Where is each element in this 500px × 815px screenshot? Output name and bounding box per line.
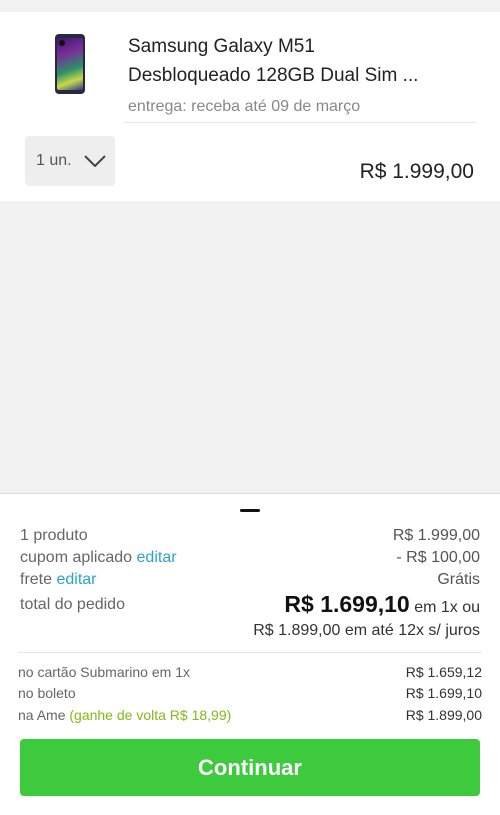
payment-card-row: no cartão Submarino em 1x R$ 1.659,12 bbox=[18, 664, 482, 680]
chevron-down-icon bbox=[83, 155, 106, 167]
product-title-line2: Desbloqueado 128GB Dual Sim ... bbox=[128, 65, 419, 86]
order-summary-sheet: 1 produto R$ 1.999,00 cupom aplicado edi… bbox=[0, 493, 500, 815]
item-price: R$ 1.999,00 bbox=[359, 160, 474, 183]
products-row: 1 produto R$ 1.999,00 bbox=[20, 527, 480, 545]
installments-text: R$ 1.899,00 em até 12x s/ juros bbox=[253, 622, 480, 639]
coupon-label: cupom aplicado bbox=[20, 549, 133, 566]
shipping-row: frete editar Grátis bbox=[20, 571, 480, 589]
continue-button[interactable]: Continuar bbox=[20, 739, 480, 796]
quantity-select[interactable]: 1 un. bbox=[25, 136, 115, 186]
product-image[interactable] bbox=[55, 34, 85, 94]
payment-boleto-label: no boleto bbox=[18, 685, 76, 701]
product-title-line1: Samsung Galaxy M51 bbox=[128, 36, 315, 57]
delivery-estimate: entrega: receba até 09 de março bbox=[128, 98, 361, 115]
divider bbox=[124, 122, 476, 123]
payment-card-label: no cartão Submarino em 1x bbox=[18, 664, 190, 680]
total-label: total do pedido bbox=[20, 596, 125, 613]
total-suffix: em 1x ou bbox=[414, 599, 480, 616]
cart-item-card: Samsung Galaxy M51 Desbloqueado 128GB Du… bbox=[0, 12, 500, 201]
camera-icon bbox=[59, 40, 65, 46]
payment-boleto-value: R$ 1.699,10 bbox=[405, 685, 482, 701]
payment-card-value: R$ 1.659,12 bbox=[405, 664, 482, 680]
product-title[interactable]: Samsung Galaxy M51 Desbloqueado 128GB Du… bbox=[128, 32, 478, 90]
total-amount: R$ 1.699,10 bbox=[284, 591, 410, 617]
divider bbox=[18, 652, 482, 653]
payment-ame-value: R$ 1.899,00 bbox=[405, 707, 482, 723]
payment-ame-row: na Ame (ganhe de volta R$ 18,99) R$ 1.89… bbox=[18, 707, 482, 723]
quantity-label: 1 un. bbox=[36, 152, 72, 169]
total-row: total do pedido R$ 1.699,10 em 1x ou bbox=[20, 591, 480, 617]
total-value: R$ 1.699,10 em 1x ou bbox=[284, 591, 480, 618]
shipping-label: frete bbox=[20, 571, 53, 588]
drag-handle[interactable] bbox=[240, 509, 260, 512]
top-strip bbox=[0, 0, 500, 12]
products-label: 1 produto bbox=[20, 527, 88, 544]
payment-boleto-row: no boleto R$ 1.699,10 bbox=[18, 685, 482, 701]
shipping-value: Grátis bbox=[437, 571, 480, 588]
coupon-row: cupom aplicado editar - R$ 100,00 bbox=[20, 549, 480, 567]
ame-cashback: (ganhe de volta R$ 18,99) bbox=[69, 707, 232, 723]
products-value: R$ 1.999,00 bbox=[392, 527, 480, 544]
payment-ame-label: na Ame bbox=[18, 707, 66, 723]
edit-shipping-link[interactable]: editar bbox=[56, 571, 96, 588]
coupon-value: - R$ 100,00 bbox=[396, 549, 480, 566]
edit-coupon-link[interactable]: editar bbox=[137, 549, 177, 566]
